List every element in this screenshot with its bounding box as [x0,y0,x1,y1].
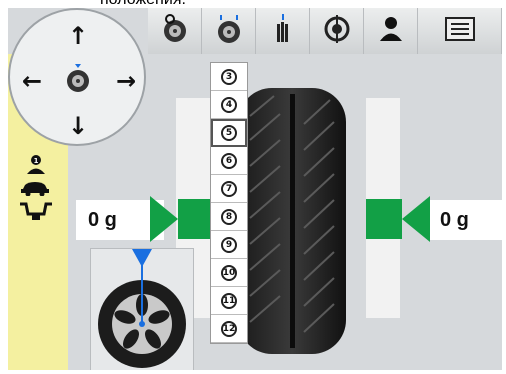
position-item-7[interactable]: 7 [211,175,247,203]
left-weight-indicator [150,196,210,247]
position-number: 12 [221,320,237,337]
balancer-screen: 1 ↑ ↓ ← → 3 4 5 6 7 8 9 10 11 12 0 g 0 g [8,8,502,370]
balance-weights-button[interactable] [256,8,310,54]
wheel-spin-button[interactable] [148,8,202,54]
tire-image [234,88,350,359]
position-list: 3 4 5 6 7 8 9 10 11 12 [210,62,248,344]
position-item-9[interactable]: 9 [211,231,247,259]
position-number: 5 [221,125,237,141]
wheel-positions-icon [214,14,244,49]
position-item-5[interactable]: 5 [211,119,247,147]
position-item-6[interactable]: 6 [211,147,247,175]
position-number: 8 [221,208,237,225]
menu-list-icon [443,15,477,48]
svg-text:1: 1 [34,157,39,165]
wheel-spin-icon [160,13,190,49]
position-item-10[interactable]: 10 [211,259,247,287]
position-number: 4 [221,96,237,113]
wheel-positions-button[interactable] [202,8,256,54]
wheel-target-button[interactable] [310,8,364,54]
position-item-4[interactable]: 4 [211,91,247,119]
position-item-3[interactable]: 3 [211,63,247,91]
operator-icon [376,14,406,49]
rim-profile-icon [18,200,54,227]
wheel-preview-panel [90,248,194,370]
arrow-left-button[interactable]: ← [16,65,48,97]
arrow-right-button[interactable]: → [110,65,142,97]
position-number: 3 [221,68,237,85]
position-number: 11 [221,292,237,309]
position-item-11[interactable]: 11 [211,287,247,315]
right-weight-indicator [366,196,430,247]
arrow-up-button[interactable]: ↑ [62,20,94,52]
wheel-target-icon [322,14,352,49]
position-number: 7 [221,180,237,197]
center-wheel-icon[interactable] [64,64,92,99]
navigation-pad: ↑ ↓ ← → [8,8,146,146]
operator-status-icon: 1 [24,154,48,179]
position-number: 6 [221,152,237,169]
position-number: 10 [221,264,237,281]
operator-button[interactable] [364,8,418,54]
position-item-12[interactable]: 12 [211,315,247,343]
balance-weights-icon [268,13,298,49]
car-icon [20,180,50,201]
menu-list-button[interactable] [418,8,502,54]
arrow-down-button[interactable]: ↓ [62,110,94,142]
position-number: 9 [221,236,237,253]
right-weight-value: 0 g [430,200,502,240]
position-item-8[interactable]: 8 [211,203,247,231]
